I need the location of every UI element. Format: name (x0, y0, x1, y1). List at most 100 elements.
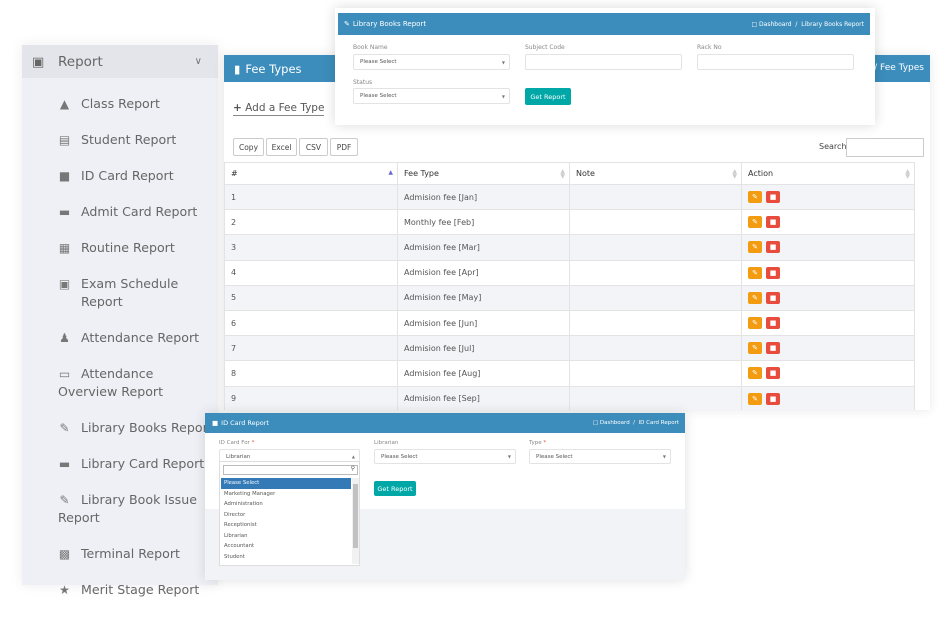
scrollbar-thumb[interactable] (353, 484, 358, 548)
column-header-number[interactable]: # ▲ (224, 162, 398, 185)
sidebar-item-label: Student Report (81, 132, 177, 147)
dropdown-option[interactable]: Librarian (221, 531, 351, 542)
sidebar-item-admit-card-report[interactable]: ▬ Admit Card Report (22, 194, 218, 230)
caret-up-icon: ▲ (351, 454, 355, 459)
trash-icon[interactable]: ■ (766, 291, 780, 304)
librarian-select[interactable]: Please Select ▼ (374, 449, 516, 464)
dropdown-option[interactable]: Accountant (221, 541, 351, 552)
pdf-button[interactable]: PDF (330, 138, 358, 156)
book-name-select[interactable]: Please Select ▼ (353, 54, 510, 70)
edit-icon[interactable]: ✎ (748, 392, 762, 405)
sidebar-item-label: Library Books Report (81, 420, 213, 435)
table-row: 8 Admision fee [Aug] ✎ ■ (224, 360, 915, 387)
dropdown-search-input[interactable] (223, 465, 358, 475)
sidebar-item-class-report[interactable]: ▲ Class Report (22, 86, 218, 122)
breadcrumb[interactable]: / Fee Types (874, 63, 924, 73)
breadcrumb: □ Dashboard / ID Card Report (592, 420, 679, 426)
cell-action: ✎ ■ (741, 309, 915, 337)
id-card-for-dropdown: ⚲ Please Select Marketing Manager Administ… (219, 461, 360, 566)
sidebar-report-header[interactable]: ▣ Report ∨ (22, 45, 218, 78)
breadcrumb-dashboard[interactable]: Dashboard (759, 21, 792, 28)
edit-icon[interactable]: ✎ (748, 241, 762, 254)
column-header-action[interactable]: Action ▲ ▼ (741, 162, 915, 185)
type-select[interactable]: Please Select ▼ (529, 449, 671, 464)
book-name-label: Book Name (353, 44, 388, 51)
trash-icon[interactable]: ■ (766, 216, 780, 229)
dropdown-option[interactable]: Please Select (221, 478, 351, 489)
calendar-icon: ▦ (58, 241, 71, 255)
edit-icon[interactable]: ✎ (748, 291, 762, 304)
dropdown-options: Please Select Marketing Manager Administra… (221, 478, 351, 564)
sidebar-item-merit-stage-report[interactable]: ★ Merit Stage Report (22, 572, 218, 608)
dropdown-option[interactable]: Marketing Manager (221, 489, 351, 500)
plus-icon: + (233, 102, 242, 114)
copy-button[interactable]: Copy (233, 138, 264, 156)
library-books-header: ✎ Library Books Report □ Dashboard / Lib… (338, 13, 870, 35)
get-report-button[interactable]: Get Report (374, 481, 416, 496)
sidebar-item-attendance-report[interactable]: ♟ Attendance Report (22, 320, 218, 356)
cell-number: 7 (224, 335, 398, 362)
book-issue-icon: ✎ (59, 493, 70, 507)
dropdown-option[interactable]: Receptionist (221, 520, 351, 531)
sidebar-item-routine-report[interactable]: ▦ Routine Report (22, 230, 218, 266)
dropdown-option[interactable]: Director (221, 510, 351, 521)
cell-note (569, 259, 742, 286)
sidebar-item-label: Terminal Report (81, 546, 180, 561)
chevron-down-icon[interactable]: ∨ (195, 56, 202, 67)
edit-icon[interactable]: ✎ (748, 317, 762, 330)
rack-no-input[interactable] (697, 54, 854, 70)
cell-number: 1 (224, 183, 398, 211)
sidebar-item-exam-schedule-report[interactable]: ▣ Exam Schedule Report (22, 266, 218, 320)
book-icon: ✎ (59, 421, 70, 435)
trash-icon[interactable]: ■ (766, 191, 780, 204)
merit-icon: ★ (59, 583, 70, 597)
dropdown-scrollbar[interactable] (352, 478, 359, 564)
edit-icon[interactable]: ✎ (748, 191, 762, 204)
cell-fee-type: Admision fee [Jul] (397, 335, 570, 362)
trash-icon[interactable]: ■ (766, 392, 780, 405)
get-report-button[interactable]: Get Report (525, 88, 571, 105)
edit-icon[interactable]: ✎ (748, 367, 762, 380)
cell-note (569, 385, 742, 410)
dropdown-option[interactable]: Administration (221, 499, 351, 510)
edit-icon[interactable]: ✎ (748, 216, 762, 229)
trash-icon[interactable]: ■ (766, 266, 780, 279)
status-select[interactable]: Please Select ▼ (353, 88, 510, 104)
dropdown-option[interactable]: Student (221, 552, 351, 563)
excel-button[interactable]: Excel (266, 138, 297, 156)
sidebar-item-terminal-report[interactable]: ▩ Terminal Report (22, 536, 218, 572)
sidebar-item-library-card-report[interactable]: ▬ Library Card Report (22, 446, 218, 482)
trash-icon[interactable]: ■ (766, 367, 780, 380)
breadcrumb-dashboard[interactable]: Dashboard (600, 420, 630, 426)
rack-no-label: Rack No (697, 44, 722, 51)
trash-icon[interactable]: ■ (766, 241, 780, 254)
sidebar-item-id-card-report[interactable]: ■ ID Card Report (22, 158, 218, 194)
caret-down-icon: ▼ (662, 454, 666, 459)
librarian-label: Librarian (374, 440, 399, 446)
sidebar-item-library-books-report[interactable]: ✎ Library Books Report (22, 410, 218, 446)
subject-code-input[interactable] (525, 54, 682, 70)
csv-button[interactable]: CSV (299, 138, 328, 156)
column-header-fee-type[interactable]: Fee Type ▲ ▼ (397, 162, 570, 185)
column-header-note[interactable]: Note ▲ ▼ (569, 162, 742, 185)
sort-icon: ▲ ▼ (732, 168, 737, 180)
sidebar-item-student-report[interactable]: ▤ Student Report (22, 122, 218, 158)
selected-value: Please Select (381, 453, 418, 460)
report-sidebar: ▣ Report ∨ ▲ Class Report ▤ Student Report ■… (22, 45, 218, 597)
trash-icon[interactable]: ■ (766, 317, 780, 330)
panel-title: Fee Types (245, 61, 302, 76)
dropdown-option[interactable]: Teacher (221, 562, 351, 564)
sidebar-item-attendance-overview-report[interactable]: ▭ Attendance Overview Report (22, 356, 218, 410)
cell-fee-type: Admision fee [Apr] (397, 259, 570, 286)
add-fee-type-link[interactable]: + Add a Fee Type (233, 102, 325, 116)
cell-fee-type: Admision fee [May] (397, 284, 570, 311)
edit-icon[interactable]: ✎ (748, 342, 762, 355)
sidebar-item-library-book-issue-report[interactable]: ✎ Library Book Issue Report (22, 482, 218, 536)
cell-note (569, 309, 742, 337)
trash-icon[interactable]: ■ (766, 342, 780, 355)
search-input[interactable] (846, 138, 924, 157)
cell-fee-type: Admision fee [Jan] (397, 183, 570, 211)
user-icon: ♟ (59, 331, 70, 345)
cell-number: 5 (224, 284, 398, 311)
edit-icon[interactable]: ✎ (748, 266, 762, 279)
